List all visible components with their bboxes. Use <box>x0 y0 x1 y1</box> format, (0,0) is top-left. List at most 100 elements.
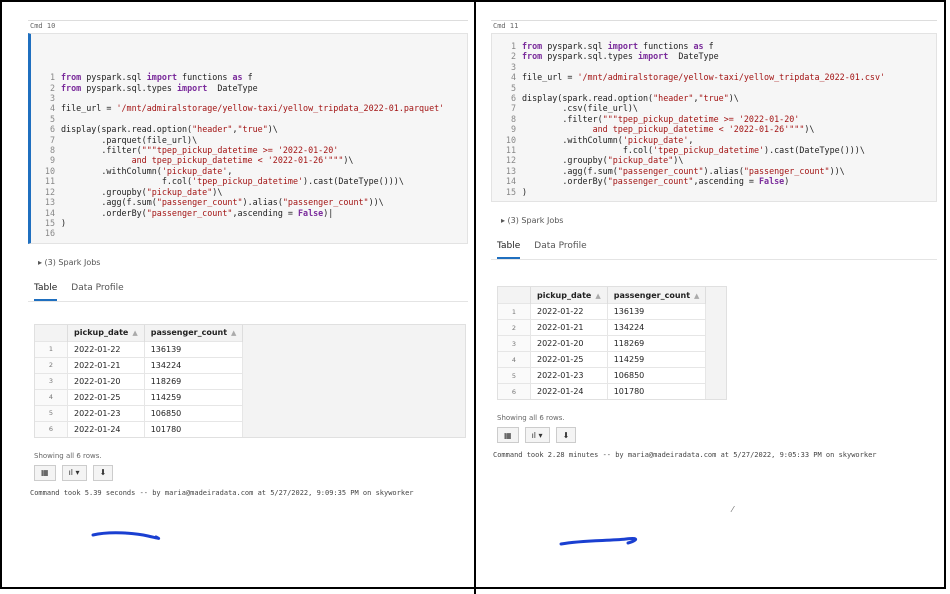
code-line: 13 .agg(f.sum("passenger_count").alias("… <box>492 166 936 176</box>
code-line: 1 from pyspark.sql import functions as f <box>492 41 936 51</box>
line-number: 10 <box>505 134 516 145</box>
line-number: 11 <box>44 176 55 187</box>
table-row: 1 2022-01-22 136139 <box>35 340 244 358</box>
code-line: 4 file_url = '/mnt/admiralstorage/yellow-… <box>31 103 467 113</box>
underline-annotation <box>559 537 638 546</box>
code-text: from pyspark.sql.types import DateType <box>522 51 719 62</box>
tab-table[interactable]: Table <box>497 241 521 260</box>
download-button[interactable]: ⬇ <box>92 464 114 481</box>
code-line: 11 f.col('tpep_pickup_datetime').cast(Da… <box>492 145 936 155</box>
code-line: 1 from pyspark.sql import functions as f <box>31 72 467 82</box>
line-number: 5 <box>510 82 516 93</box>
chart-view-button[interactable]: ıl ▾ <box>524 427 550 444</box>
table-row: 3 2022-01-20 118269 <box>498 335 707 352</box>
code-editor[interactable]: > 1from pyspark.sql import functions as … <box>28 33 468 244</box>
cmd-label: Cmd 11 <box>491 20 937 31</box>
code-line: 3 <box>492 62 936 72</box>
code-text: .withColumn('pickup_date', <box>61 165 233 176</box>
code-line: 5 <box>492 83 936 93</box>
line-number: 3 <box>510 61 516 72</box>
code-line: 9 and tpep_pickup_datetime < '2022-01-26… <box>492 124 936 134</box>
results-table: pickup_date ▲ passenger_count ▲ 1 2022-01-22 1… <box>498 287 707 400</box>
line-number: 15 <box>505 186 516 197</box>
code-line: 8 .filter("""tpep_pickup_datetime >= '20… <box>31 145 467 155</box>
code-editor[interactable]: 1 from pyspark.sql import functions as f2… <box>491 33 937 203</box>
table-cell: 134224 <box>607 319 707 336</box>
line-number: 3 <box>49 93 55 104</box>
table-cell: 101780 <box>144 420 244 437</box>
column-header[interactable]: pickup_date ▲ <box>67 324 145 342</box>
column-header-label: pickup_date <box>537 290 592 300</box>
column-header[interactable]: passenger_count ▲ <box>607 287 707 304</box>
code-line: 15) <box>31 218 467 228</box>
table-cell: 2022-01-24 <box>530 383 608 400</box>
table-cell: 136139 <box>607 303 707 320</box>
line-number: 4 <box>510 72 516 83</box>
row-index: 3 <box>35 372 68 390</box>
line-number: 12 <box>505 155 516 166</box>
row-index: 2 <box>35 356 68 374</box>
code-text: ) <box>522 186 528 197</box>
results-table: pickup_date ▲ passenger_count ▲ 1 2022-01-22 1… <box>35 324 244 437</box>
table-cell: 106850 <box>607 367 707 384</box>
results-table-container: pickup_date ▲ passenger_count ▲ 1 2022-01-22 1… <box>497 286 727 401</box>
code-text: .agg(f.sum("passenger_count").alias("pas… <box>61 197 384 208</box>
code-text: from pyspark.sql import functions as f <box>61 72 253 83</box>
table-cell: 2022-01-23 <box>67 404 145 422</box>
tab-data-profile[interactable]: Data Profile <box>534 241 586 259</box>
code-line: 4 file_url = '/mnt/admiralstorage/yellow-… <box>492 72 936 82</box>
spark-jobs-toggle[interactable]: ▸ (3) Spark Jobs <box>491 216 937 225</box>
line-number: 9 <box>49 155 55 166</box>
tab-table[interactable]: Table <box>34 283 58 301</box>
line-number: 5 <box>49 113 55 124</box>
code-line: 8 .filter("""tpep_pickup_datetime >= '20… <box>492 114 936 124</box>
index-header <box>35 324 68 342</box>
line-number: 2 <box>510 51 516 62</box>
table-cell: 2022-01-20 <box>530 335 608 352</box>
code-line: 10 .withColumn('pickup_date', <box>492 135 936 145</box>
table-view-button[interactable]: ▦ <box>34 464 56 481</box>
sort-icon[interactable]: ▲ <box>231 329 236 337</box>
line-number: 6 <box>510 93 516 104</box>
table-cell: 2022-01-25 <box>67 388 145 406</box>
tab-data-profile[interactable]: Data Profile <box>71 283 123 301</box>
line-number: 11 <box>505 145 516 156</box>
code-line: 11 f.col('tpep_pickup_datetime').cast(Da… <box>31 176 467 186</box>
download-button[interactable]: ⬇ <box>555 427 577 444</box>
code-line: 3 <box>31 93 467 103</box>
column-header[interactable]: passenger_count ▲ <box>144 324 244 342</box>
row-count-text: Showing all 6 rows. <box>34 451 102 460</box>
table-header-row: pickup_date ▲ passenger_count ▲ <box>35 324 244 342</box>
line-number: 7 <box>510 103 516 114</box>
code-text: .withColumn('pickup_date', <box>522 134 694 145</box>
sort-icon[interactable]: ▲ <box>132 329 137 337</box>
table-row: 1 2022-01-22 136139 <box>498 303 707 320</box>
table-row: 4 2022-01-25 114259 <box>35 388 244 406</box>
line-number: 13 <box>505 165 516 176</box>
row-index: 1 <box>498 303 531 320</box>
row-count-text: Showing all 6 rows. <box>497 414 565 423</box>
code-line: 7 .csv(file_url)\ <box>492 103 936 113</box>
line-number: 1 <box>510 41 516 51</box>
display-buttons: ▦ ıl ▾ ⬇ <box>28 464 468 481</box>
code-text: from pyspark.sql.types import DateType <box>61 82 258 93</box>
column-header[interactable]: pickup_date ▲ <box>530 287 608 304</box>
chart-view-button[interactable]: ıl ▾ <box>61 464 87 481</box>
row-index: 4 <box>35 388 68 406</box>
table-cell: 2022-01-24 <box>67 420 145 437</box>
line-number: 8 <box>510 113 516 124</box>
code-text: .filter("""tpep_pickup_datetime >= '2022… <box>61 145 339 156</box>
line-number: 14 <box>44 207 55 218</box>
line-number: 4 <box>49 103 55 114</box>
sort-icon[interactable]: ▲ <box>595 292 600 300</box>
spark-jobs-toggle[interactable]: ▸ (3) Spark Jobs <box>28 258 468 267</box>
code-text: display(spark.read.option("header","true… <box>522 93 739 104</box>
table-cell: 118269 <box>607 335 707 352</box>
line-number: 1 <box>49 72 55 83</box>
table-row: 5 2022-01-23 106850 <box>498 367 707 384</box>
table-cell: 134224 <box>144 356 244 374</box>
sort-icon[interactable]: ▲ <box>694 292 699 300</box>
table-view-button[interactable]: ▦ <box>497 427 519 444</box>
table-cell: 2022-01-22 <box>530 303 608 320</box>
